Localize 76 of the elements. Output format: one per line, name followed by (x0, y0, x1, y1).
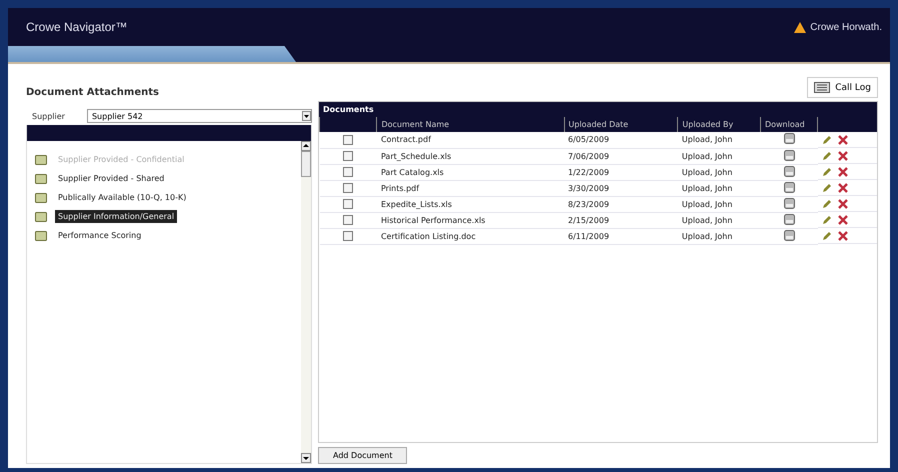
delete-icon[interactable] (838, 134, 848, 144)
download-icon[interactable] (784, 214, 795, 224)
panel-title: Documents (323, 105, 374, 114)
row-checkbox[interactable] (343, 199, 354, 209)
pencil-icon[interactable] (822, 150, 832, 160)
scroll-up-icon (301, 141, 311, 151)
table-cell: Upload, John (678, 164, 760, 180)
table-cell: 6/11/2009 (564, 228, 678, 244)
row-checkbox[interactable] (343, 134, 354, 145)
tree-item[interactable]: Supplier Information/General (55, 210, 178, 223)
pencil-icon[interactable] (822, 134, 832, 144)
table-cell: Expedite_Lists.xls (376, 196, 564, 212)
download-icon[interactable] (784, 230, 795, 240)
pencil-icon[interactable] (822, 198, 832, 208)
table-cell: 6/05/2009 (564, 132, 678, 148)
table-cell: Upload, John (678, 212, 760, 228)
call-log-button[interactable]: Call Log (807, 77, 878, 98)
tree-item[interactable]: Supplier Provided - Shared (55, 172, 168, 185)
scroll-down-icon (301, 453, 311, 463)
scrollbar[interactable] (301, 141, 311, 463)
table-cell: Historical Performance.xls (376, 212, 564, 228)
row-checkbox[interactable] (343, 183, 354, 193)
table-cell: Part Catalog.xls (376, 164, 564, 180)
folder-icon (35, 154, 47, 164)
folder-icon (35, 192, 47, 202)
add-document-button[interactable]: Add Document (318, 447, 408, 464)
table-cell: 7/06/2009 (564, 148, 678, 164)
supplier-dropdown[interactable]: Supplier 542 (86, 109, 312, 123)
table-cell: Upload, John (678, 228, 760, 244)
table-cell: Upload, John (678, 180, 760, 196)
folder-icon (35, 230, 47, 240)
download-icon[interactable] (784, 166, 795, 176)
download-icon[interactable] (784, 150, 795, 160)
row-checkbox[interactable] (343, 215, 354, 225)
delete-icon[interactable] (838, 214, 848, 224)
app-title: Crowe Navigator™ (26, 20, 128, 34)
delete-icon[interactable] (838, 198, 848, 208)
supplier-label: Supplier (32, 112, 65, 120)
column-header: Uploaded Date (564, 117, 678, 132)
column-header: Document Name (376, 117, 564, 132)
pencil-icon[interactable] (822, 214, 832, 224)
row-checkbox[interactable] (343, 151, 354, 161)
download-icon[interactable] (784, 133, 795, 144)
pencil-icon[interactable] (822, 182, 832, 192)
log-icon (814, 82, 830, 93)
pencil-icon[interactable] (822, 230, 832, 240)
delete-icon[interactable] (838, 150, 848, 160)
tree-item[interactable]: Performance Scoring (55, 229, 144, 242)
pencil-icon[interactable] (822, 166, 832, 176)
folder-icon (35, 174, 47, 184)
table-cell: Part_Schedule.xls (376, 148, 564, 164)
scroll-thumb[interactable] (301, 151, 311, 177)
triangle-logo-icon (794, 22, 806, 32)
delete-icon[interactable] (838, 166, 848, 176)
table-cell: 1/22/2009 (564, 164, 678, 180)
folder-icon (35, 212, 47, 222)
download-icon[interactable] (784, 198, 795, 208)
delete-icon[interactable] (838, 230, 848, 240)
tree-item[interactable]: Publically Available (10-Q, 10-K) (55, 191, 190, 204)
row-checkbox[interactable] (343, 167, 354, 177)
table-cell: Upload, John (678, 196, 760, 212)
column-header: Download (760, 117, 818, 132)
table-cell: 2/15/2009 (564, 212, 678, 228)
table-cell: Certification Listing.doc (376, 228, 564, 244)
row-checkbox[interactable] (343, 231, 354, 241)
download-icon[interactable] (784, 182, 795, 192)
table-cell: 3/30/2009 (564, 180, 678, 196)
table-cell: Upload, John (678, 148, 760, 164)
table-cell: 8/23/2009 (564, 196, 678, 212)
table-cell: Contract.pdf (376, 132, 564, 148)
table-cell: Upload, John (678, 132, 760, 148)
brand-name: Crowe Horwath. (810, 22, 882, 32)
table-cell: Prints.pdf (376, 180, 564, 196)
delete-icon[interactable] (838, 182, 848, 192)
column-header: Uploaded By (678, 117, 760, 132)
page-title: Document Attachments (26, 87, 159, 98)
